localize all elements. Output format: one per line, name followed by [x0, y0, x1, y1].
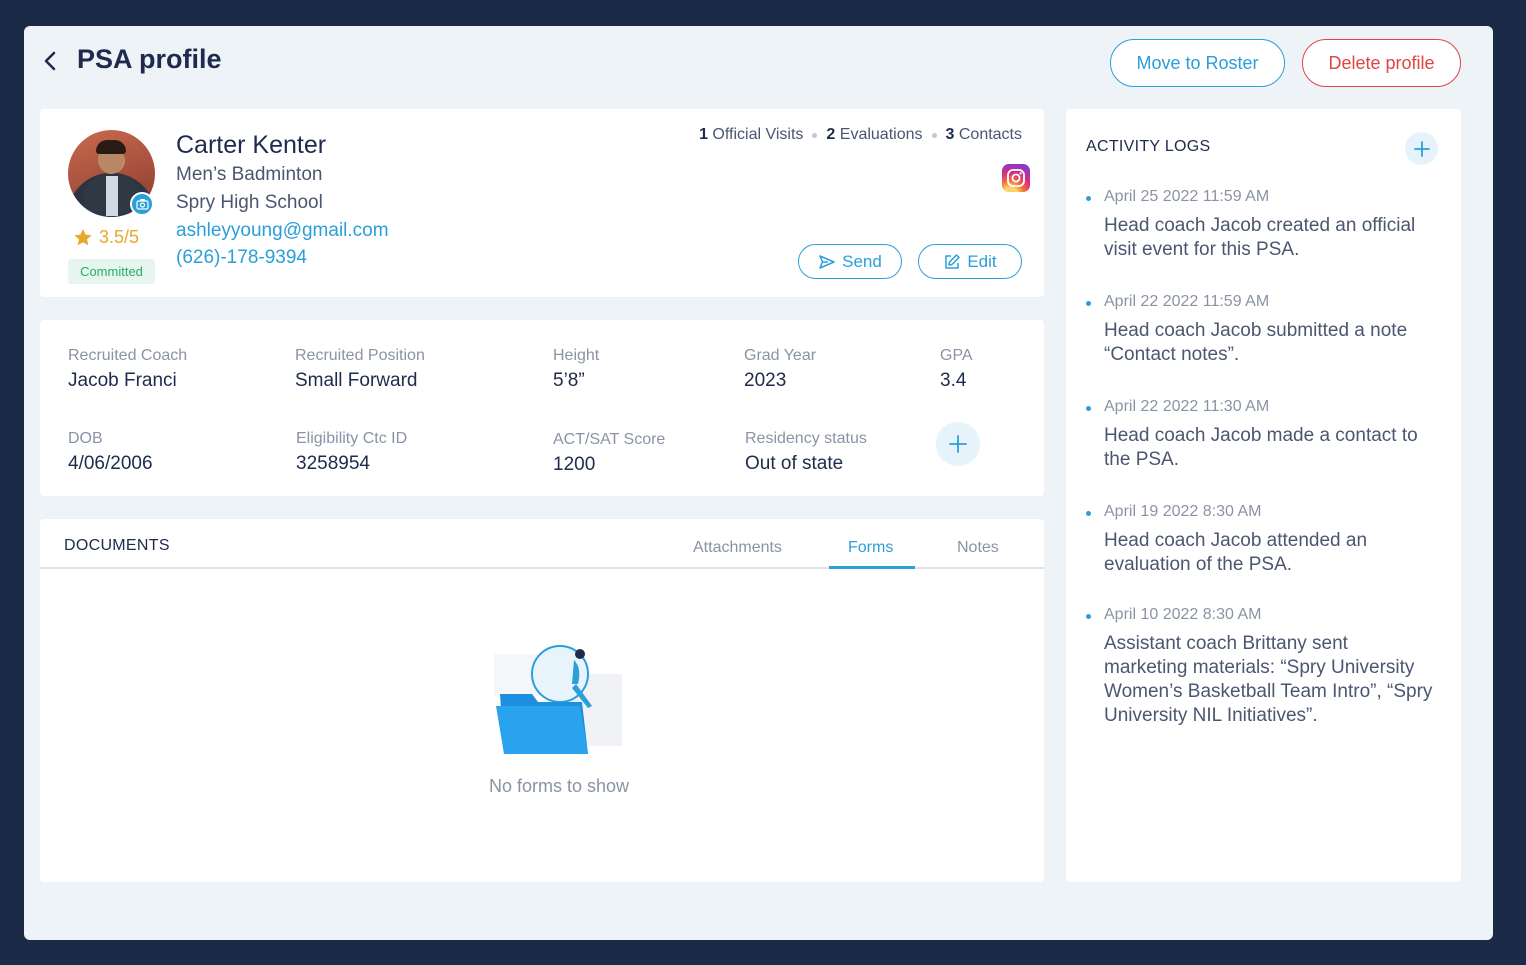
log-time: April 22 2022 11:59 AM: [1104, 293, 1270, 310]
log-bullet: [1086, 196, 1091, 201]
field-residency: Residency status Out of state: [745, 430, 867, 475]
documents-card: DOCUMENTS Attachments Forms Notes No for…: [40, 519, 1044, 882]
status-badge: Committed: [68, 259, 155, 284]
log-time: April 25 2022 11:59 AM: [1104, 188, 1270, 205]
field-label: Height: [553, 347, 600, 364]
field-label: Recruited Position: [295, 347, 425, 364]
field-recruited-position: Recruited Position Small Forward: [295, 347, 425, 392]
active-tab-indicator: [829, 566, 915, 569]
avatar-shirt: [106, 176, 118, 216]
log-text: Head coach Jacob attended an evaluation …: [1104, 530, 1368, 575]
back-button[interactable]: [38, 48, 64, 74]
field-label: Grad Year: [744, 347, 817, 364]
profile-card: 3.5/5 Committed Carter Kenter Men’s Badm…: [40, 109, 1044, 297]
field-value: Small Forward: [295, 370, 418, 391]
change-photo-button[interactable]: [130, 192, 154, 216]
field-value: 3.4: [940, 370, 967, 391]
stat-evaluations: 2 Evaluations: [826, 126, 923, 143]
stat-official-visits: 1 Official Visits: [699, 126, 804, 143]
field-eligibility-id: Eligibility Ctc ID 3258954: [296, 430, 407, 475]
details-card: Recruited Coach Jacob Franci Recruited P…: [40, 320, 1044, 496]
log-text: Head coach Jacob submitted a note “Conta…: [1104, 320, 1408, 365]
field-label: GPA: [940, 347, 973, 364]
activity-log-item: April 22 2022 11:30 AM Head coach Jacob …: [1086, 398, 1436, 472]
activity-logs-card: ACTIVITY LOGS April 25 2022 11:59 AM Hea…: [1066, 109, 1461, 882]
delete-profile-button[interactable]: Delete profile: [1302, 39, 1461, 87]
field-value: 5’8”: [553, 370, 585, 391]
field-value: Jacob Franci: [68, 370, 177, 391]
field-height: Height 5’8”: [553, 347, 599, 392]
field-act-sat: ACT/SAT Score 1200: [553, 431, 665, 476]
field-value: Out of state: [745, 453, 844, 474]
plus-icon: [949, 435, 967, 453]
tab-forms[interactable]: Forms: [848, 539, 893, 557]
field-label: ACT/SAT Score: [553, 431, 666, 448]
empty-state-text: No forms to show: [488, 776, 630, 796]
field-value: 1200: [553, 454, 596, 475]
chevron-left-icon: [44, 51, 56, 71]
log-time: April 10 2022 8:30 AM: [1104, 606, 1262, 623]
page-title: PSA profile: [77, 44, 222, 74]
log-time: April 22 2022 11:30 AM: [1104, 398, 1270, 415]
stat-contacts: 3 Contacts: [945, 126, 1023, 143]
send-button[interactable]: Send: [798, 244, 902, 279]
profile-name: Carter Kenter: [176, 131, 327, 159]
send-icon: [819, 254, 835, 269]
move-to-roster-button[interactable]: Move to Roster: [1110, 39, 1285, 87]
edit-button[interactable]: Edit: [918, 244, 1022, 279]
activity-log-item: April 25 2022 11:59 AM Head coach Jacob …: [1086, 188, 1436, 262]
profile-phone-link[interactable]: (626)-178-9394: [176, 247, 307, 269]
stat-separator: [812, 132, 818, 138]
field-value: 4/06/2006: [68, 453, 153, 474]
field-value: 2023: [744, 370, 787, 391]
profile-email-link[interactable]: ashleyyoung@gmail.com: [176, 220, 389, 242]
log-text: Assistant coach Brittany sent marketing …: [1104, 633, 1433, 726]
plus-icon: [1413, 140, 1430, 157]
avatar-hair: [96, 140, 126, 154]
activity-log-item: April 19 2022 8:30 AM Head coach Jacob a…: [1086, 503, 1436, 577]
edit-icon: [945, 253, 961, 269]
instagram-link[interactable]: [1002, 164, 1030, 192]
log-bullet: [1086, 301, 1091, 306]
documents-title: DOCUMENTS: [64, 537, 170, 554]
tab-attachments[interactable]: Attachments: [693, 539, 782, 557]
activity-title: ACTIVITY LOGS: [1086, 138, 1211, 155]
profile-school: Spry High School: [176, 192, 323, 213]
profile-stats: 1 Official Visits 2 Evaluations 3 Contac…: [699, 126, 1022, 144]
log-bullet: [1086, 511, 1091, 516]
app-frame: PSA profile Move to Roster Delete profil…: [24, 26, 1493, 940]
rating: 3.5/5: [73, 227, 139, 248]
field-recruited-coach: Recruited Coach Jacob Franci: [68, 347, 187, 392]
log-text: Head coach Jacob made a contact to the P…: [1104, 425, 1418, 470]
instagram-icon: [1007, 169, 1025, 187]
log-bullet: [1086, 406, 1091, 411]
send-label: Send: [842, 251, 882, 271]
log-time: April 19 2022 8:30 AM: [1104, 503, 1262, 520]
log-bullet: [1086, 614, 1091, 619]
field-label: Eligibility Ctc ID: [296, 430, 408, 447]
rating-value: 3.5/5: [99, 227, 140, 247]
field-value: 3258954: [296, 453, 370, 474]
field-gpa: GPA 3.4: [940, 347, 973, 392]
field-label: DOB: [68, 430, 103, 447]
log-text: Head coach Jacob created an official vis…: [1104, 215, 1416, 260]
profile-sport: Men’s Badminton: [176, 164, 323, 185]
activity-log-item: April 22 2022 11:59 AM Head coach Jacob …: [1086, 293, 1436, 367]
activity-log-item: April 10 2022 8:30 AM Assistant coach Br…: [1086, 606, 1436, 728]
star-icon: [74, 229, 92, 246]
camera-icon: [135, 199, 149, 210]
field-label: Residency status: [745, 430, 867, 447]
edit-label: Edit: [967, 251, 997, 271]
field-dob: DOB 4/06/2006: [68, 430, 153, 475]
add-field-button[interactable]: [936, 422, 980, 466]
field-grad-year: Grad Year 2023: [744, 347, 816, 392]
field-label: Recruited Coach: [68, 347, 188, 364]
empty-folder-illustration: [494, 645, 622, 754]
add-activity-button[interactable]: [1405, 132, 1438, 165]
stat-separator: [931, 132, 937, 138]
tab-notes[interactable]: Notes: [957, 539, 999, 557]
